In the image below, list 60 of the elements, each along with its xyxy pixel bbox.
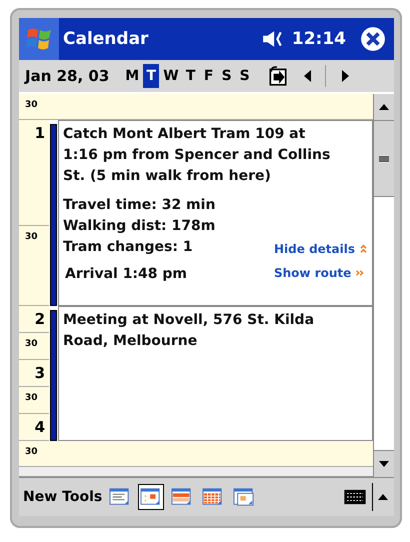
- view-button[interactable]: [138, 484, 164, 510]
- time-slot[interactable]: 30: [19, 94, 373, 120]
- event-title: Meeting at Novell, 576 St. Kilda Road, Melbourne: [63, 311, 316, 351]
- weekday-tab[interactable]: F: [200, 64, 217, 88]
- time-label: 30: [24, 231, 39, 242]
- close-icon[interactable]: [360, 26, 386, 52]
- month-view-icon: [202, 487, 224, 507]
- window-title: Calendar: [63, 29, 150, 49]
- time-slot[interactable]: 3: [19, 360, 49, 387]
- scroll-up-icon[interactable]: [379, 104, 389, 110]
- weekday-tab[interactable]: T: [182, 64, 199, 88]
- menu-item[interactable]: Tools: [62, 489, 102, 505]
- weekday-tab[interactable]: S: [236, 64, 253, 88]
- windows-flag-icon[interactable]: [19, 18, 59, 60]
- arrival-time: Arrival 1:48 pm: [64, 265, 188, 284]
- event-card[interactable]: Meeting at Novell, 576 St. Kilda Road, Melbourne: [58, 306, 373, 441]
- event-detail: Travel time: 32 min: [63, 196, 216, 215]
- time-slot[interactable]: 30: [19, 333, 49, 360]
- time-slot[interactable]: 30: [19, 387, 49, 414]
- speaker-icon[interactable]: [262, 30, 284, 48]
- time-label: 4: [34, 417, 45, 436]
- weekday-tab[interactable]: W: [161, 64, 181, 88]
- time-slot[interactable]: 2: [19, 306, 49, 333]
- double-chevron-right-icon[interactable]: [355, 268, 364, 278]
- week-view-icon: [171, 487, 194, 507]
- input-menu-arrow-icon[interactable]: [378, 494, 388, 500]
- double-chevron-up-icon[interactable]: [359, 244, 368, 254]
- menu-item[interactable]: New: [23, 489, 58, 505]
- day-view-icon: [140, 487, 162, 507]
- weekday-tab[interactable]: T: [143, 64, 160, 88]
- time-label: 30: [24, 338, 39, 349]
- date-label[interactable]: Jan 28, 03: [25, 67, 110, 85]
- time-slot[interactable]: 4: [19, 414, 49, 441]
- grip-icon: [379, 156, 389, 162]
- next-arrow-icon[interactable]: [340, 69, 350, 83]
- weekday-tab[interactable]: S: [218, 64, 235, 88]
- scroll-bar[interactable]: [373, 94, 394, 477]
- clock-time[interactable]: 12:14: [292, 29, 346, 49]
- event-detail: Tram changes: 1: [63, 238, 194, 257]
- event-card[interactable]: Catch Mont Albert Tram 109 at 1:16 pm from Spencer and Collins St. (5 min walk from here) Travel time: 32 min Walking dist: 178m Tram changes: 1 Arrival 1:48 pm Hide details Show route: [58, 120, 373, 306]
- go-to-today-icon[interactable]: [266, 65, 289, 87]
- time-label: 1: [34, 123, 45, 142]
- time-label: 30: [24, 392, 39, 403]
- time-label: 30: [24, 446, 39, 457]
- time-label: 30: [24, 99, 39, 110]
- time-slot[interactable]: 30: [19, 441, 373, 467]
- scroll-down-icon[interactable]: [379, 461, 389, 467]
- time-label: 2: [34, 309, 45, 328]
- year-view-icon: [233, 487, 256, 507]
- event-detail: Walking dist: 178m: [63, 217, 216, 236]
- event-link[interactable]: Hide details: [274, 237, 355, 261]
- agenda-view-icon: [109, 487, 132, 507]
- weekday-tab[interactable]: M: [123, 64, 142, 88]
- event-link[interactable]: Show route: [274, 261, 352, 285]
- time-label: 3: [34, 363, 45, 382]
- time-slot[interactable]: 30: [19, 226, 49, 306]
- time-slot[interactable]: 1: [19, 120, 49, 226]
- keyboard-icon[interactable]: [343, 489, 367, 505]
- event-title: Catch Mont Albert Tram 109 at 1:16 pm from Spencer and Collins St. (5 min walk from here): [63, 125, 332, 186]
- previous-arrow-icon[interactable]: [302, 69, 313, 83]
